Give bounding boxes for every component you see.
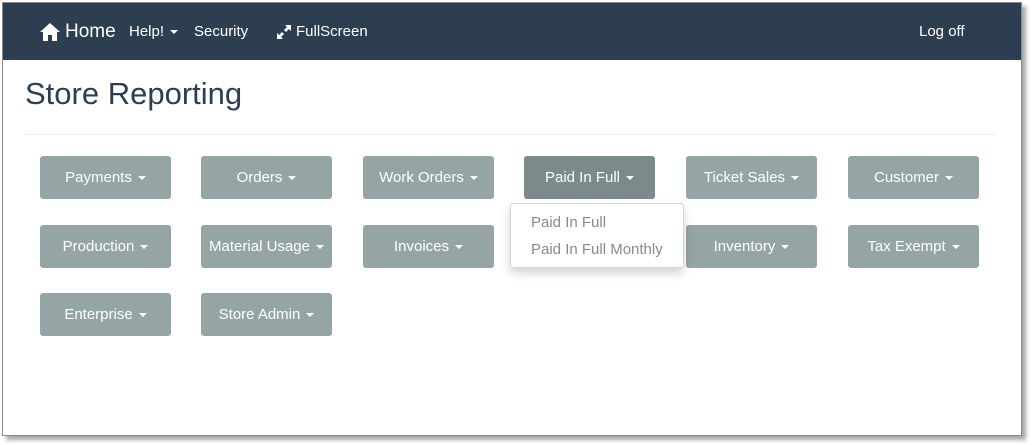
- caret-down-icon: [455, 244, 464, 249]
- enterprise-button[interactable]: Enterprise: [40, 293, 171, 336]
- caret-down-icon: [140, 244, 149, 249]
- caret-down-icon: [138, 312, 147, 317]
- nav-help-dropdown[interactable]: Help!: [129, 3, 179, 60]
- store-admin-label: Store Admin: [218, 306, 301, 323]
- nav-logoff-link[interactable]: Log off: [919, 3, 965, 60]
- caret-down-icon: [137, 175, 146, 180]
- nav-help-label: Help!: [129, 23, 165, 40]
- material-usage-label: Material Usage: [209, 238, 310, 255]
- enterprise-label: Enterprise: [64, 306, 133, 323]
- caret-down-icon: [945, 175, 954, 180]
- customer-label: Customer: [873, 169, 940, 186]
- nav-security-link[interactable]: Security: [194, 3, 248, 60]
- top-navbar: Home Help! Security FullScreen Log off: [3, 3, 1021, 60]
- invoices-button[interactable]: Invoices: [363, 225, 494, 268]
- caret-down-icon: [315, 244, 324, 249]
- material-usage-button[interactable]: Material Usage: [201, 225, 332, 268]
- dropdown-item-paid-in-full[interactable]: Paid In Full: [531, 214, 606, 231]
- work-orders-label: Work Orders: [379, 169, 464, 186]
- app-window: Home Help! Security FullScreen Log off S…: [2, 2, 1022, 436]
- caret-down-icon: [781, 244, 790, 249]
- nav-home-label: Home: [65, 20, 116, 42]
- caret-down-icon: [288, 175, 297, 180]
- inventory-button[interactable]: Inventory: [686, 225, 817, 268]
- invoices-label: Invoices: [393, 238, 450, 255]
- caret-down-icon: [170, 29, 179, 34]
- caret-down-icon: [306, 312, 315, 317]
- paid-in-full-button[interactable]: Paid In Full: [524, 156, 655, 199]
- orders-button[interactable]: Orders: [201, 156, 332, 199]
- paid-in-full-dropdown-menu: Paid In Full Paid In Full Monthly: [510, 203, 684, 268]
- work-orders-button[interactable]: Work Orders: [363, 156, 494, 199]
- inventory-label: Inventory: [713, 238, 776, 255]
- nav-home-link[interactable]: Home: [39, 3, 116, 60]
- caret-down-icon: [469, 175, 478, 180]
- payments-button[interactable]: Payments: [40, 156, 171, 199]
- page-title: Store Reporting: [25, 76, 243, 111]
- customer-button[interactable]: Customer: [848, 156, 979, 199]
- nav-security-label: Security: [194, 23, 249, 40]
- title-divider: [25, 134, 995, 135]
- paid-in-full-label: Paid In Full: [544, 169, 621, 186]
- nav-fullscreen-label: FullScreen: [296, 23, 368, 40]
- store-admin-button[interactable]: Store Admin: [201, 293, 332, 336]
- ticket-sales-label: Ticket Sales: [703, 169, 786, 186]
- nav-logoff-label: Log off: [919, 23, 965, 40]
- production-label: Production: [62, 238, 135, 255]
- expand-arrows-icon: [277, 24, 291, 39]
- orders-label: Orders: [236, 169, 283, 186]
- production-button[interactable]: Production: [40, 225, 171, 268]
- home-icon: [40, 22, 60, 41]
- caret-down-icon: [791, 175, 800, 180]
- payments-label: Payments: [65, 169, 132, 186]
- tax-exempt-button[interactable]: Tax Exempt: [848, 225, 979, 268]
- ticket-sales-button[interactable]: Ticket Sales: [686, 156, 817, 199]
- caret-down-icon: [626, 175, 635, 180]
- nav-fullscreen-link[interactable]: FullScreen: [276, 3, 368, 60]
- caret-down-icon: [951, 244, 960, 249]
- tax-exempt-label: Tax Exempt: [867, 238, 946, 255]
- dropdown-item-paid-in-full-monthly[interactable]: Paid In Full Monthly: [531, 241, 663, 258]
